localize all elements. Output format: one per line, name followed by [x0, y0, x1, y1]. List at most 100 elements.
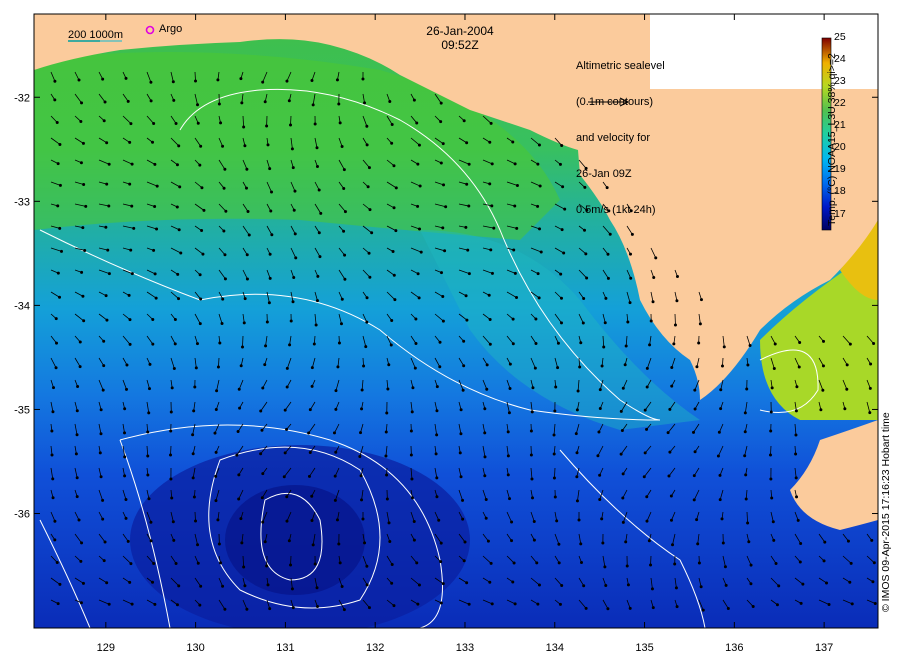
- velocity-arrow-head: [584, 252, 588, 256]
- velocity-arrow-head: [675, 299, 679, 303]
- velocity-arrow-head: [283, 451, 287, 455]
- velocity-arrow-head: [871, 580, 875, 584]
- velocity-arrow-head: [80, 541, 84, 545]
- velocity-arrow-head: [645, 427, 649, 431]
- velocity-arrow-head: [334, 450, 338, 454]
- velocity-arrow-head: [155, 227, 159, 231]
- velocity-arrow-head: [83, 248, 87, 252]
- velocity-arrow-head: [128, 342, 132, 346]
- velocity-arrow-head: [177, 228, 181, 232]
- velocity-arrow-head: [308, 450, 312, 454]
- velocity-arrow-head: [410, 477, 414, 481]
- velocity-arrow-head: [239, 517, 243, 521]
- velocity-arrow-head: [642, 475, 646, 479]
- velocity-arrow-head: [130, 162, 134, 166]
- velocity-arrow-head: [289, 319, 293, 323]
- velocity-arrow-head: [442, 183, 446, 187]
- velocity-arrow-head: [625, 564, 629, 568]
- velocity-arrow-head: [675, 275, 679, 279]
- velocity-arrow-head: [579, 341, 583, 345]
- velocity-arrow-head: [359, 474, 363, 478]
- velocity-arrow-head: [652, 276, 656, 280]
- velocity-arrow-head: [648, 343, 652, 347]
- velocity-arrow-head: [388, 539, 392, 543]
- velocity-arrow-head: [692, 430, 696, 434]
- velocity-arrow-head: [127, 293, 131, 297]
- velocity-arrow-head: [384, 454, 388, 458]
- velocity-arrow-head: [191, 476, 195, 480]
- velocity-arrow-head: [173, 342, 177, 346]
- velocity-arrow-head: [410, 496, 414, 500]
- velocity-arrow-head: [175, 163, 179, 167]
- velocity-arrow-head: [465, 182, 469, 186]
- velocity-arrow-head: [315, 586, 319, 590]
- velocity-arrow-head: [726, 606, 730, 610]
- velocity-arrow-head: [198, 603, 202, 607]
- velocity-arrow-head: [223, 607, 227, 611]
- velocity-arrow-head: [669, 518, 673, 522]
- velocity-arrow-head: [239, 77, 243, 81]
- velocity-arrow-head: [56, 271, 60, 275]
- velocity-arrow-head: [459, 432, 463, 436]
- velocity-arrow-head: [674, 586, 678, 590]
- velocity-arrow-head: [146, 473, 150, 477]
- velocity-arrow-head: [672, 342, 676, 346]
- velocity-arrow-head: [53, 538, 57, 542]
- velocity-arrow-head: [124, 498, 128, 502]
- velocity-arrow-head: [718, 473, 722, 477]
- velocity-arrow-head: [99, 408, 103, 412]
- velocity-arrow-head: [360, 388, 364, 392]
- velocity-arrow-head: [263, 100, 267, 104]
- velocity-arrow-head: [512, 248, 516, 252]
- velocity-arrow-head: [441, 319, 445, 323]
- velocity-arrow-head: [392, 604, 396, 608]
- velocity-arrow-head: [102, 119, 106, 123]
- velocity-arrow-head: [621, 386, 625, 390]
- velocity-arrow-head: [99, 432, 103, 436]
- velocity-arrow-head: [507, 411, 511, 415]
- velocity-arrow-head: [105, 318, 109, 322]
- velocity-arrow-head: [692, 474, 696, 478]
- velocity-arrow-head: [553, 495, 557, 499]
- velocity-arrow-head: [459, 475, 463, 479]
- velocity-arrow-head: [872, 561, 876, 565]
- velocity-arrow-head: [315, 299, 319, 303]
- velocity-arrow-head: [104, 294, 108, 298]
- velocity-arrow-head: [675, 605, 679, 609]
- velocity-arrow-head: [240, 345, 244, 349]
- velocity-arrow-head: [556, 366, 560, 370]
- velocity-arrow-head: [868, 411, 872, 415]
- velocity-arrow-head: [200, 229, 204, 233]
- velocity-arrow-head: [439, 560, 443, 564]
- legend-line: Altimetric sealevel: [576, 60, 665, 72]
- velocity-arrow-head: [266, 143, 270, 147]
- velocity-arrow-head: [365, 583, 369, 587]
- velocity-arrow-head: [667, 474, 671, 478]
- velocity-arrow-head: [267, 301, 271, 305]
- velocity-arrow-head: [124, 76, 128, 80]
- velocity-arrow-head: [102, 559, 106, 563]
- velocity-arrow-head: [598, 473, 602, 477]
- velocity-arrow-head: [488, 580, 492, 584]
- velocity-arrow-head: [385, 411, 389, 415]
- velocity-arrow-head: [483, 431, 487, 435]
- velocity-arrow-head: [105, 182, 109, 186]
- velocity-arrow-head: [462, 119, 466, 123]
- velocity-arrow-head: [261, 520, 265, 524]
- velocity-arrow-head: [101, 517, 105, 521]
- velocity-arrow-head: [467, 272, 471, 276]
- velocity-arrow-head: [149, 99, 153, 103]
- velocity-arrow-head: [178, 185, 182, 189]
- velocity-arrow-head: [174, 121, 178, 125]
- map-date: 26-Jan-2004: [426, 24, 494, 38]
- velocity-arrow-head: [724, 583, 728, 587]
- velocity-arrow-head: [360, 498, 364, 502]
- velocity-arrow-head: [515, 296, 519, 300]
- velocity-arrow-head: [843, 407, 847, 411]
- velocity-arrow-head: [170, 386, 174, 390]
- velocity-arrow-head: [723, 565, 727, 569]
- velocity-arrow-head: [99, 475, 103, 479]
- velocity-arrow-head: [123, 455, 127, 459]
- velocity-arrow-head: [200, 186, 204, 190]
- velocity-arrow-head: [224, 209, 228, 213]
